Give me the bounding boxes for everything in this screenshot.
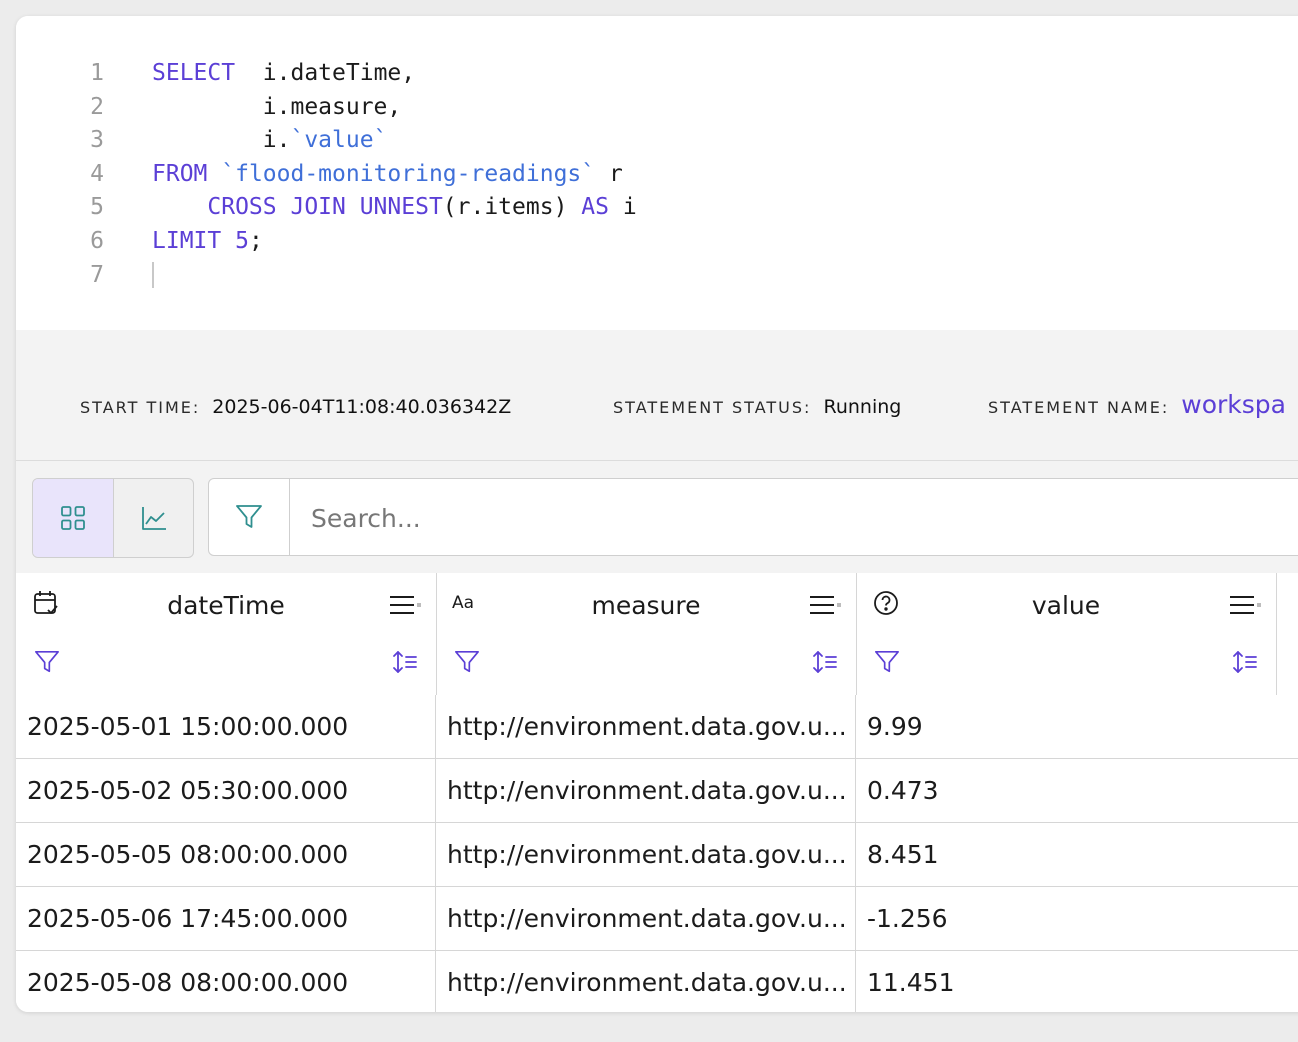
- sql-editor[interactable]: 1 SELECT i.dateTime, 2 i.measure, 3 i.`valu…: [16, 16, 1298, 330]
- statement-name: STATEMENT NAME: workspa: [988, 390, 1286, 419]
- column-menu-button[interactable]: [808, 593, 842, 621]
- table-cell-value[interactable]: 8.451: [856, 823, 1298, 886]
- table-cell-measure[interactable]: http://environment.data.gov.u...: [436, 823, 856, 886]
- start-time-value: 2025-06-04T11:08:40.036342Z: [212, 396, 512, 418]
- code-text: i.`value`: [152, 123, 388, 157]
- sql-keyword: SELECT: [152, 60, 236, 86]
- grid-view-button[interactable]: [33, 479, 113, 557]
- sql-text: r: [595, 160, 623, 187]
- table-cell-datetime[interactable]: 2025-05-01 15:00:00.000: [16, 695, 436, 758]
- column-sort-button[interactable]: [812, 649, 838, 679]
- statement-status-label: STATEMENT STATUS:: [613, 398, 812, 417]
- column-filter-button[interactable]: [874, 649, 900, 679]
- sql-text: i.measure,: [152, 93, 402, 120]
- column-title: value: [1031, 591, 1101, 620]
- column-filter-button[interactable]: [34, 649, 60, 679]
- table-cell-measure[interactable]: http://environment.data.gov.u...: [436, 695, 856, 758]
- sql-keyword: FROM: [152, 160, 208, 187]
- table-cell-measure[interactable]: http://environment.data.gov.u...: [436, 887, 856, 950]
- table-header: dateTime Aa measure value: [16, 573, 1298, 696]
- table-cell-datetime[interactable]: 2025-05-08 08:00:00.000: [16, 951, 436, 1012]
- column-menu-icon: [390, 596, 421, 614]
- table-row[interactable]: 2025-05-02 05:30:00.000 http://environmen…: [16, 759, 1298, 823]
- table-cell-measure[interactable]: http://environment.data.gov.u...: [436, 759, 856, 822]
- table-cell-value[interactable]: -1.256: [856, 887, 1298, 950]
- view-toggle: [32, 478, 194, 558]
- column-menu-icon: [1230, 596, 1261, 614]
- filter-icon: [236, 505, 262, 528]
- grid-icon: [61, 506, 85, 530]
- table-row[interactable]: 2025-05-01 15:00:00.000 http://environmen…: [16, 695, 1298, 759]
- column-menu-button[interactable]: [1228, 593, 1262, 621]
- sort-icon: [1233, 651, 1257, 673]
- line-number: 1: [90, 60, 104, 86]
- code-text: LIMIT 5;: [152, 224, 263, 258]
- line-number: 6: [90, 228, 104, 254]
- statement-status: STATEMENT STATUS: Running: [613, 396, 901, 418]
- column-filter-button[interactable]: [454, 649, 480, 679]
- table-cell-value[interactable]: 9.99: [856, 695, 1298, 758]
- column-menu-icon: [810, 596, 841, 614]
- query-panel: 1 SELECT i.dateTime, 2 i.measure, 3 i.`valu…: [16, 16, 1298, 1012]
- sql-text: i.: [152, 127, 291, 154]
- sql-text: (r.items): [442, 194, 582, 221]
- sql-keyword: LIMIT: [152, 228, 222, 254]
- column-menu-button[interactable]: [388, 593, 422, 621]
- search-input[interactable]: [309, 479, 1213, 557]
- code-text: CROSS JOIN UNNEST(r.items) AS i: [152, 190, 637, 224]
- sort-icon: [393, 651, 417, 673]
- table-cell-datetime[interactable]: 2025-05-06 17:45:00.000: [16, 887, 436, 950]
- start-time: START TIME: 2025-06-04T11:08:40.036342Z: [80, 396, 511, 418]
- sql-keyword: AS: [581, 194, 609, 221]
- table-cell-measure[interactable]: http://environment.data.gov.u...: [436, 951, 856, 1012]
- column-sort-button[interactable]: [1232, 649, 1258, 679]
- statement-name-link[interactable]: workspa: [1181, 390, 1286, 419]
- column-title: dateTime: [167, 591, 285, 620]
- results-toolbar: [16, 461, 1298, 573]
- sql-number: 5: [235, 228, 249, 254]
- column-header-value[interactable]: value: [856, 573, 1277, 695]
- column-filter-icon: [875, 650, 899, 673]
- column-sort-button[interactable]: [392, 649, 418, 679]
- code-text: SELECT i.dateTime,: [152, 56, 415, 90]
- code-text: FROM `flood-monitoring-readings` r: [152, 157, 623, 191]
- line-number: 7: [90, 261, 104, 288]
- sql-identifier: `value`: [290, 127, 388, 154]
- sort-icon: [813, 651, 837, 673]
- line-chart-icon: [142, 507, 166, 530]
- sql-keyword: CROSS JOIN UNNEST: [207, 194, 443, 221]
- statement-status-bar: START TIME: 2025-06-04T11:08:40.036342Z …: [16, 330, 1298, 461]
- column-header-measure[interactable]: Aa measure: [436, 573, 857, 695]
- table-row[interactable]: 2025-05-05 08:00:00.000 http://environmen…: [16, 823, 1298, 887]
- column-header-datetime[interactable]: dateTime: [16, 573, 437, 695]
- statement-name-label: STATEMENT NAME:: [988, 398, 1170, 417]
- table-row[interactable]: 2025-05-08 08:00:00.000 http://environmen…: [16, 951, 1298, 1012]
- table-cell-datetime[interactable]: 2025-05-02 05:30:00.000: [16, 759, 436, 822]
- start-time-label: START TIME:: [80, 398, 201, 417]
- sql-identifier: `flood-monitoring-readings`: [221, 160, 596, 187]
- line-number: 5: [90, 194, 104, 221]
- sql-text: i.dateTime,: [235, 60, 416, 86]
- filter-button[interactable]: [209, 479, 290, 555]
- table-cell-value[interactable]: 11.451: [856, 951, 1298, 1012]
- column-filter-icon: [35, 650, 59, 673]
- table-cell-datetime[interactable]: 2025-05-05 08:00:00.000: [16, 823, 436, 886]
- search-bar: [208, 478, 1298, 557]
- line-number: 3: [90, 127, 104, 154]
- table-row[interactable]: 2025-05-06 17:45:00.000 http://environmen…: [16, 887, 1298, 951]
- table-cell-value[interactable]: 0.473: [856, 759, 1298, 822]
- line-number: 2: [90, 93, 104, 120]
- line-number: 4: [90, 160, 104, 187]
- chart-view-button[interactable]: [113, 479, 193, 557]
- sql-text: i: [608, 194, 637, 221]
- code-text: i.measure,: [152, 90, 401, 124]
- sql-text: ;: [248, 228, 263, 254]
- column-filter-icon: [455, 650, 479, 673]
- text-cursor: [152, 262, 154, 288]
- column-title: measure: [591, 591, 701, 620]
- statement-status-value: Running: [823, 396, 902, 418]
